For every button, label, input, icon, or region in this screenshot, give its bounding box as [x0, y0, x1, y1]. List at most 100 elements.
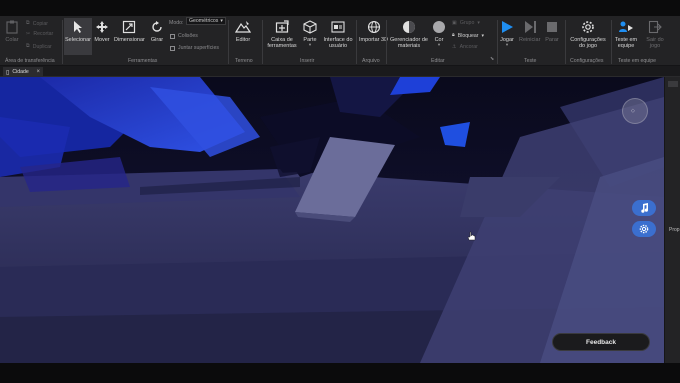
- scale-tool-button[interactable]: Dimensionar: [114, 19, 145, 43]
- toolbox-button[interactable]: Caixa de ferramentas: [266, 19, 298, 49]
- anchor-button[interactable]: ⚓︎ Ancorar: [452, 44, 478, 50]
- bottom-letterbox: [0, 363, 680, 383]
- collisions-toggle[interactable]: Colisões: [170, 33, 198, 39]
- cut-label: Recortar: [33, 31, 54, 37]
- tab-cidade[interactable]: ▯ Cidade ×: [3, 67, 43, 77]
- feedback-label: Feedback: [586, 338, 616, 346]
- game-settings-label: Configurações do jogo: [570, 37, 606, 49]
- lock-icon: 🔒︎: [452, 32, 455, 38]
- terrain-section-label: Terreno: [235, 58, 253, 64]
- checkbox-icon: [170, 33, 175, 39]
- tools-section-label: Ferramentas: [128, 58, 158, 64]
- lock-button[interactable]: 🔒︎ Bloquear ▾: [452, 32, 484, 39]
- chevron-down-icon: ▾: [220, 18, 223, 24]
- paste-label: Colar: [5, 37, 19, 43]
- duplicate-button[interactable]: ⧉ Duplicar: [26, 43, 52, 50]
- view-selector-cube[interactable]: ◇: [622, 98, 648, 124]
- resume-button[interactable]: Reiniciar: [519, 19, 540, 43]
- cursor-arrow-icon: [70, 19, 86, 35]
- copy-icon: ⧉: [26, 20, 30, 26]
- place-file-icon: ▯: [6, 69, 10, 76]
- edit-expand-icon[interactable]: ⬊: [490, 56, 494, 62]
- team-test-label: Teste em equipe: [614, 37, 638, 49]
- divider: [497, 20, 498, 64]
- duplicate-label: Duplicar: [32, 43, 52, 50]
- resume-label: Reiniciar: [519, 37, 541, 43]
- move-tool-button[interactable]: Mover: [94, 19, 110, 43]
- music-note-icon: [641, 203, 649, 213]
- import-3d-button[interactable]: Importar 3D: [359, 19, 388, 43]
- ribbon-toolbar: Colar ⧉ Copiar ✂ Recortar ⧉ Duplicar Área d…: [0, 16, 680, 66]
- color-button[interactable]: Cor ▾: [431, 19, 447, 47]
- close-icon[interactable]: ×: [36, 69, 40, 75]
- chevron-down-icon: ▾: [481, 32, 485, 39]
- ui-label: Interface do usuário: [323, 37, 353, 49]
- mode-dropdown[interactable]: Geométricos ▾: [186, 17, 226, 25]
- join-surfaces-toggle[interactable]: Juntar superfícies: [170, 45, 219, 51]
- game-settings-button[interactable]: Configurações do jogo: [568, 19, 608, 49]
- hand-cursor-icon: [467, 228, 476, 246]
- terrain-editor-button[interactable]: Editor: [235, 19, 251, 43]
- clipboard-icon: [4, 19, 20, 35]
- file-section-label: Arquivo: [362, 58, 380, 64]
- feedback-button[interactable]: Feedback: [552, 333, 650, 351]
- terrain-editor-label: Editor: [235, 37, 251, 43]
- scale-label: Dimensionar: [114, 37, 145, 43]
- scene-render: [0, 77, 664, 363]
- terrain-icon: [235, 19, 251, 35]
- test-section-label: Teste: [524, 58, 537, 64]
- import-3d-label: Importar 3D: [359, 37, 389, 43]
- part-button[interactable]: Parte ▾: [302, 19, 318, 47]
- rotate-tool-button[interactable]: Girar: [149, 19, 165, 43]
- material-sphere-icon: [401, 19, 417, 35]
- copy-label: Copiar: [32, 20, 49, 27]
- anchor-icon: ⚓︎: [452, 44, 457, 50]
- group-label: Grupo: [459, 20, 475, 26]
- material-manager-button[interactable]: Gerenciador de materiais: [389, 19, 429, 49]
- chevron-down-icon: ▾: [308, 42, 312, 47]
- scissors-icon: ✂: [26, 31, 31, 37]
- move-label: Mover: [94, 37, 110, 43]
- select-label: Selecionar: [65, 37, 91, 43]
- team-test-section-label: Teste em equipe: [618, 58, 657, 64]
- toolbox-label: Caixa de ferramentas: [267, 37, 297, 49]
- copy-button[interactable]: ⧉ Copiar: [26, 20, 48, 27]
- chevron-down-icon: ▾: [477, 20, 480, 26]
- cut-button[interactable]: ✂ Recortar: [26, 31, 53, 37]
- chevron-down-icon: ▾: [505, 42, 509, 47]
- top-letterbox: [0, 0, 680, 16]
- rotate-icon: [149, 19, 165, 35]
- play-icon: [499, 19, 515, 35]
- properties-panel: Prop: [664, 77, 680, 363]
- ui-button[interactable]: Interface do usuário: [322, 19, 354, 49]
- document-tab-bar: ▯ Cidade ×: [0, 66, 680, 77]
- stop-icon: [544, 19, 560, 35]
- 3d-viewport[interactable]: ◇: [0, 77, 664, 363]
- play-button[interactable]: Jogar ▾: [499, 19, 515, 47]
- music-button[interactable]: [632, 200, 656, 216]
- move-arrows-icon: [94, 19, 110, 35]
- team-test-button[interactable]: Teste em equipe: [613, 19, 639, 49]
- settings-section-label: Configurações: [570, 58, 604, 64]
- stop-label: Parar: [545, 37, 559, 43]
- exit-game-button[interactable]: Sair do jogo: [642, 19, 668, 49]
- settings-gear-button[interactable]: [632, 221, 656, 237]
- paste-button[interactable]: Colar: [4, 19, 20, 43]
- color-circle-icon: [431, 19, 447, 35]
- collisions-label: Colisões: [178, 33, 198, 39]
- chevron-down-icon: ▾: [437, 42, 441, 47]
- mode-value: Geométricos: [189, 18, 219, 24]
- panel-scrollbar[interactable]: [668, 81, 678, 87]
- gear-icon: [580, 19, 596, 35]
- duplicate-icon: ⧉: [26, 43, 30, 49]
- rotate-label: Girar: [150, 37, 164, 43]
- divider: [386, 20, 387, 64]
- view-cube-icon: ◇: [631, 108, 635, 114]
- tab-label: Cidade: [12, 69, 29, 75]
- group-button[interactable]: ▣ Grupo ▾: [452, 20, 480, 26]
- stop-button[interactable]: Parar: [544, 19, 560, 43]
- cube-icon: [302, 19, 318, 35]
- divider: [62, 20, 63, 64]
- select-tool-button[interactable]: Selecionar: [64, 18, 92, 55]
- gear-icon: [639, 224, 649, 234]
